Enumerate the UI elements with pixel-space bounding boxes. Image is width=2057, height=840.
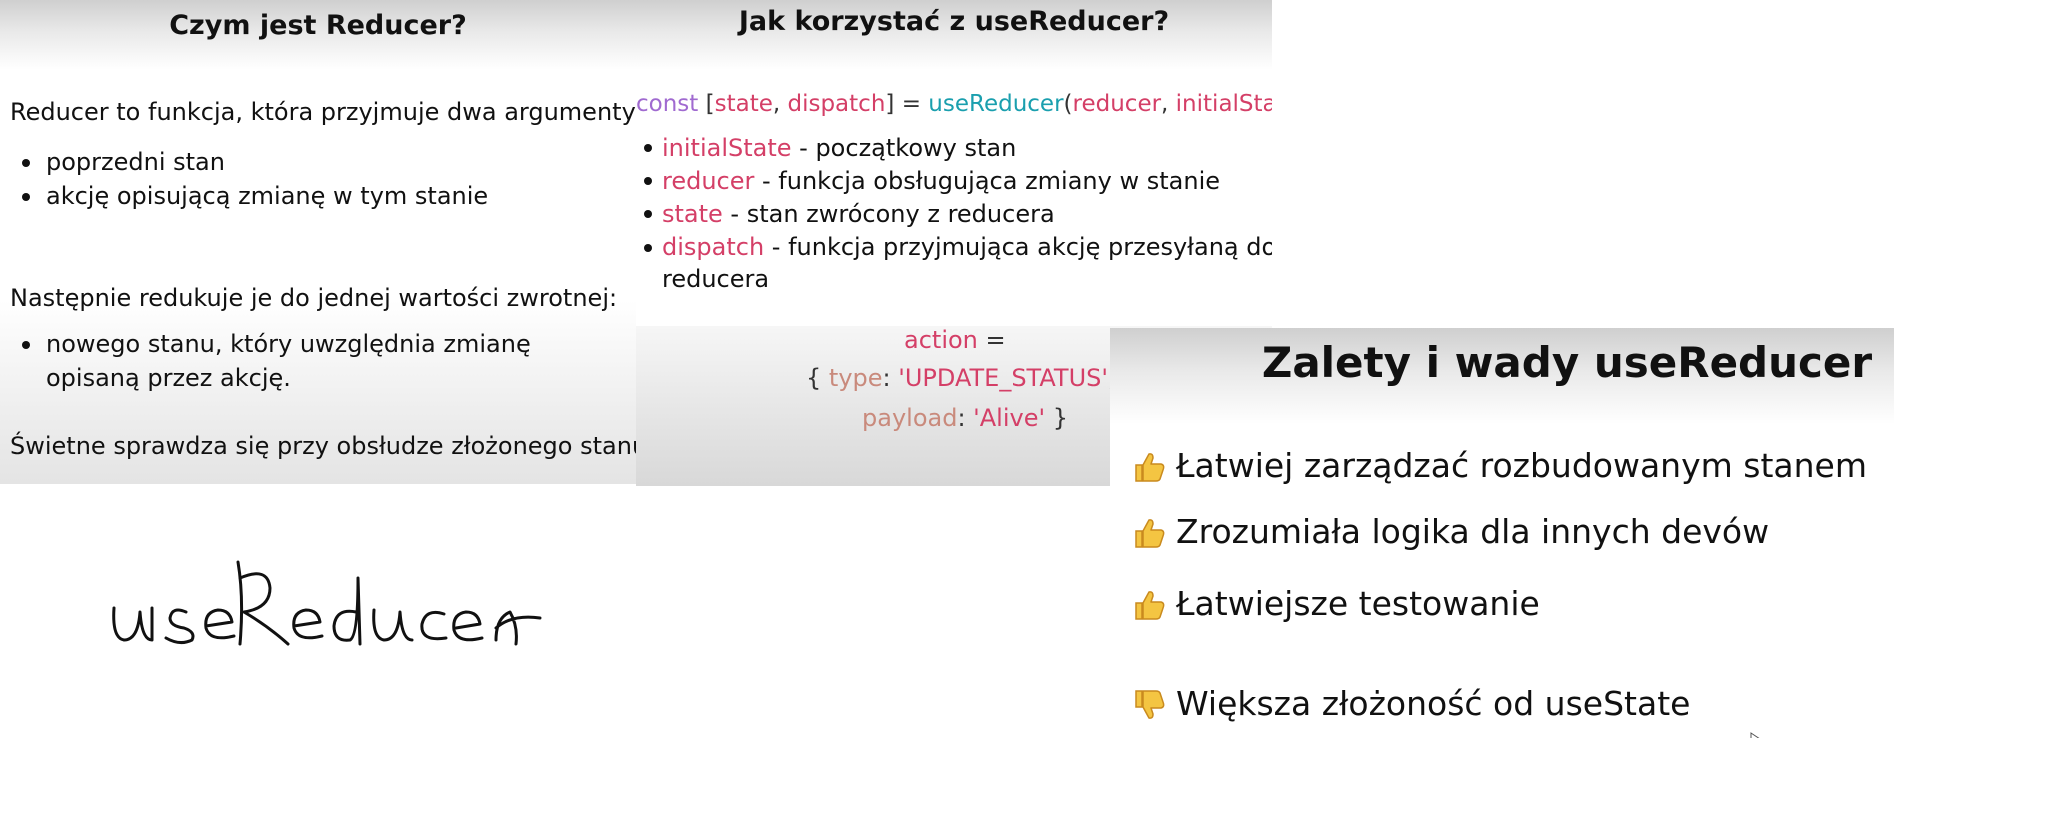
code-punct: [ [705, 91, 715, 117]
handwritten-annotation: useReducer [100, 548, 550, 678]
slide-what-is-reducer: Czym jest Reducer? Reducer to funkcja, k… [0, 0, 636, 484]
param-desc: - stan zwrócony z reducera [722, 200, 1055, 228]
result-line-1: nowego stanu, który uwzględnia zmianę [46, 330, 531, 358]
param-term: initialState [662, 134, 792, 162]
code-punct: , [772, 91, 781, 117]
action-line-1: action = [904, 324, 1006, 356]
param-desc: - funkcja przyjmująca akcję przesyłaną d… [764, 233, 1272, 261]
slide-title: Jak korzystać z useReducer? [738, 6, 1170, 37]
action-name: action [904, 326, 978, 354]
param-term: state [662, 200, 723, 228]
bullet [644, 244, 652, 252]
code-var: reducer [1072, 91, 1162, 117]
action-type-key: type [828, 364, 883, 392]
param-term: reducer [662, 167, 755, 195]
thumbs-up-icon [1135, 453, 1165, 482]
mouse-cursor-icon [1750, 732, 1760, 738]
action-type-value: 'UPDATE_STATUS' [898, 364, 1108, 392]
handwriting-icon [112, 560, 542, 646]
code-keyword: const [636, 91, 699, 117]
action-line-2: { type: 'UPDATE_STATUS', [806, 362, 1116, 394]
code-punct: } [1045, 404, 1068, 432]
slide-title: Czym jest Reducer? [169, 10, 467, 41]
bullet [644, 144, 652, 152]
bullet [644, 177, 652, 185]
con-item: Większa złożoność od useState [1176, 684, 1691, 723]
thumbs-up-icon [1135, 519, 1165, 548]
param-item: dispatch - funkcja przyjmująca akcję prz… [662, 231, 1272, 263]
thumbs-down-icon [1135, 690, 1165, 719]
code-punct: : [882, 364, 899, 392]
param-item: initialState - początkowy stan [662, 132, 1016, 164]
slide-title: Zalety i wady useReducer [1261, 338, 1873, 387]
param-item: state - stan zwrócony z reducera [662, 198, 1055, 230]
code-function: useReducer [928, 91, 1064, 117]
code-punct: ] = [885, 91, 921, 117]
slide-pros-cons: Zalety i wady useReducer Łatwiej zarządz… [1110, 328, 1894, 738]
bullet [22, 341, 30, 349]
code-var: state [714, 91, 773, 117]
closing-text: Świetne sprawdza się przy obsłudze złożo… [10, 432, 636, 460]
bullet [22, 159, 30, 167]
bullet [22, 193, 30, 201]
action-payload-value: 'Alive' [973, 404, 1046, 432]
pro-item: Zrozumiała logika dla innych devów [1176, 512, 1770, 551]
param-item-continuation: reducera [662, 265, 770, 293]
action-eq: = [977, 326, 1006, 354]
param-item: reducer - funkcja obsługująca zmiany w s… [662, 165, 1220, 197]
action-payload-key: payload [862, 404, 958, 432]
param-desc: - funkcja obsługująca zmiany w stanie [754, 167, 1220, 195]
param-term: dispatch [662, 233, 765, 261]
param-desc: - początkowy stan [791, 134, 1017, 162]
code-punct: : [957, 404, 974, 432]
intro-text: Reducer to funkcja, która przyjmuje dwa … [10, 98, 636, 126]
code-punct: { [806, 364, 829, 392]
handwriting-text: useReducer [100, 548, 101, 549]
arg-item: akcję opisującą zmianę w tym stanie [46, 182, 489, 210]
pro-item: Łatwiej zarządzać rozbudowanym stanem [1176, 446, 1867, 485]
code-punct: , [1161, 91, 1169, 117]
pro-item: Łatwiejsze testowanie [1176, 584, 1540, 623]
action-line-3: payload: 'Alive' } [862, 402, 1068, 434]
arg-item: poprzedni stan [46, 148, 225, 176]
code-punct: ( [1063, 91, 1073, 117]
code-var: initialState [1175, 91, 1272, 117]
result-line-2: opisaną przez akcję. [46, 364, 291, 392]
bullet [644, 210, 652, 218]
code-line: const [state, dispatch] = useReducer(red… [636, 88, 1272, 120]
code-var: dispatch [787, 91, 886, 117]
thumbs-up-icon [1135, 591, 1165, 620]
then-text: Następnie redukuje je do jednej wartości… [10, 284, 618, 312]
